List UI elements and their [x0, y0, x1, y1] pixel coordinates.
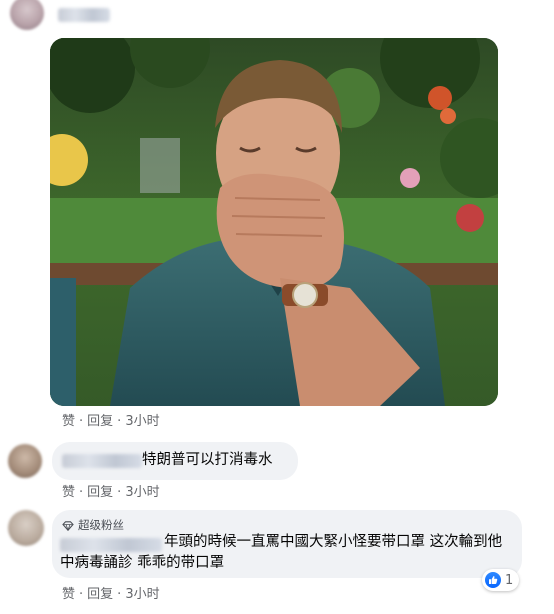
separator: · — [79, 414, 84, 429]
comment-actions: 赞 · 回复 · 3小时 — [62, 410, 160, 429]
separator: · — [79, 587, 84, 602]
separator: · — [117, 414, 122, 429]
timestamp[interactable]: 3小时 — [125, 583, 159, 602]
diamond-icon — [62, 520, 74, 531]
comment-text: 年頭的時候一直罵中國大緊小怪要带口罩 这次輪到他中病毒誦診 乖乖的带口罩 — [60, 534, 503, 571]
timestamp[interactable]: 3小时 — [125, 410, 159, 429]
avatar[interactable] — [8, 510, 44, 546]
comment-actions: 赞 · 回复 · 3小时 — [62, 481, 160, 500]
like-link[interactable]: 赞 — [62, 410, 75, 429]
like-link[interactable]: 赞 — [62, 583, 75, 602]
commenter-name[interactable] — [62, 454, 142, 468]
comment-bubble: 超级粉丝 年頭的時候一直罵中國大緊小怪要带口罩 这次輪到他中病毒誦診 乖乖的带口… — [52, 510, 522, 578]
timestamp[interactable]: 3小时 — [125, 481, 159, 500]
avatar[interactable] — [10, 0, 44, 30]
comment-text: 特朗普可以打消毒水 — [142, 452, 273, 468]
commenter-name[interactable] — [58, 8, 110, 22]
separator: · — [79, 485, 84, 500]
separator: · — [117, 587, 122, 602]
separator: · — [117, 485, 122, 500]
comment-bubble: 特朗普可以打消毒水 — [52, 442, 298, 480]
reply-link[interactable]: 回复 — [87, 583, 113, 602]
reaction-count[interactable]: 1 — [482, 569, 520, 591]
reply-link[interactable]: 回复 — [87, 481, 113, 500]
comment-gif-image[interactable] — [50, 38, 498, 406]
comment-actions: 赞 · 回复 · 3小时 — [62, 583, 160, 602]
reaction-number: 1 — [505, 572, 514, 588]
reply-link[interactable]: 回复 — [87, 410, 113, 429]
avatar[interactable] — [8, 444, 42, 478]
like-link[interactable]: 赞 — [62, 481, 75, 500]
laughing-man-gif — [50, 38, 498, 406]
like-reaction-icon — [485, 572, 501, 588]
